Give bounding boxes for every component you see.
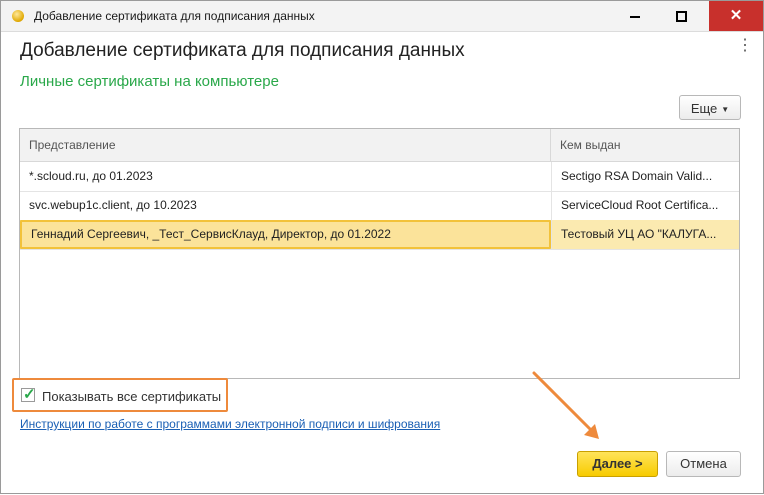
cell-issuer: Sectigo RSA Domain Valid... bbox=[551, 162, 739, 191]
close-button[interactable]: ✕ bbox=[709, 1, 763, 31]
column-header-issuer[interactable]: Кем выдан bbox=[551, 129, 739, 161]
table-header: Представление Кем выдан bbox=[20, 129, 739, 162]
table-row-selected[interactable]: Геннадий Сергеевич, _Тест_СервисКлауд, Д… bbox=[20, 220, 739, 250]
show-all-checkbox[interactable]: ✓ bbox=[21, 386, 36, 403]
cell-presentation: *.scloud.ru, до 01.2023 bbox=[29, 169, 153, 183]
table-row[interactable]: *.scloud.ru, до 01.2023 Sectigo RSA Doma… bbox=[20, 162, 739, 192]
title-bar[interactable]: Добавление сертификата для подписания да… bbox=[1, 1, 763, 32]
cell-presentation: Геннадий Сергеевич, _Тест_СервисКлауд, Д… bbox=[20, 220, 551, 249]
window-title: Добавление сертификата для подписания да… bbox=[34, 9, 315, 23]
cell-issuer: Тестовый УЦ АО "КАЛУГА... bbox=[551, 220, 739, 249]
maximize-icon bbox=[675, 11, 687, 23]
next-button[interactable]: Далее > bbox=[577, 451, 658, 477]
more-button[interactable]: Еще ▼ bbox=[679, 95, 741, 120]
help-link[interactable]: Инструкции по работе с программами элект… bbox=[20, 417, 440, 431]
cell-presentation: svc.webup1c.client, до 10.2023 bbox=[29, 198, 197, 212]
dialog-window: Добавление сертификата для подписания да… bbox=[0, 0, 764, 494]
more-button-label: Еще bbox=[690, 101, 718, 116]
close-icon: ✕ bbox=[729, 7, 743, 24]
column-header-presentation[interactable]: Представление bbox=[20, 129, 551, 161]
maximize-button[interactable] bbox=[661, 1, 701, 31]
cell-issuer: ServiceCloud Root Certifica... bbox=[551, 191, 739, 220]
checkmark-icon: ✓ bbox=[23, 386, 36, 403]
minimize-icon bbox=[630, 15, 640, 18]
section-label: Личные сертификаты на компьютере bbox=[20, 73, 279, 90]
1c-app-icon bbox=[12, 10, 24, 22]
show-all-label[interactable]: Показывать все сертификаты bbox=[42, 389, 221, 404]
minimize-button[interactable] bbox=[615, 1, 655, 31]
certificates-table: Представление Кем выдан *.scloud.ru, до … bbox=[19, 128, 740, 379]
table-row[interactable]: svc.webup1c.client, до 10.2023 ServiceCl… bbox=[20, 191, 739, 221]
kebab-menu-icon[interactable]: ⋮ bbox=[737, 38, 753, 54]
caret-down-icon: ▼ bbox=[721, 105, 730, 115]
cancel-button[interactable]: Отмена bbox=[666, 451, 741, 477]
show-all-highlight: ✓ Показывать все сертификаты bbox=[12, 378, 228, 412]
form-title: Добавление сертификата для подписания да… bbox=[20, 40, 465, 61]
